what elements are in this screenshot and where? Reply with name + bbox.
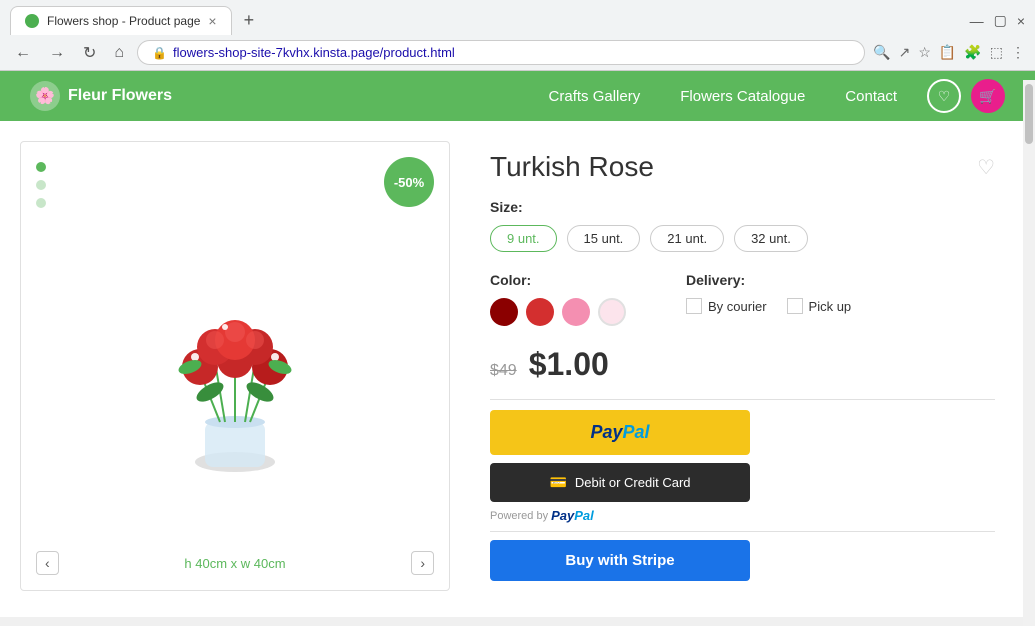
powered-paypal-logo: PayPal — [551, 508, 594, 523]
product-area: -50% — [0, 121, 1035, 611]
tab-close-button[interactable]: × — [208, 13, 216, 29]
address-icons: 🔍 ↗ ☆ 📋 🧩 ⬚ ⋮ — [873, 44, 1025, 61]
tab-title: Flowers shop - Product page — [47, 14, 200, 28]
search-icon[interactable]: 🔍 — [873, 44, 890, 61]
dot-3[interactable] — [36, 198, 46, 208]
dot-1[interactable] — [36, 162, 46, 172]
nav-links: Crafts Gallery Flowers Catalogue Contact — [549, 88, 897, 105]
url-text: flowers-shop-site-7kvhx.kinsta.page/prod… — [173, 45, 850, 60]
wishlist-icon[interactable]: ♡ — [977, 155, 995, 180]
browser-title-bar: Flowers shop - Product page × + — ▢ × — [0, 0, 1035, 35]
divider-2 — [490, 531, 995, 532]
nav-contact[interactable]: Contact — [845, 88, 897, 105]
scrollbar-thumb[interactable] — [1025, 84, 1033, 144]
maximize-button[interactable]: ▢ — [994, 12, 1007, 29]
size-btn-32[interactable]: 32 unt. — [734, 225, 808, 252]
product-info: Turkish Rose ♡ Size: 9 unt. 15 unt. 21 u… — [470, 141, 1015, 591]
browser-address-bar: ← → ↻ ⌂ 🔒 flowers-shop-site-7kvhx.kinsta… — [0, 35, 1035, 70]
color-light-pink[interactable] — [598, 298, 626, 326]
forward-button[interactable]: → — [44, 42, 70, 64]
product-title-row: Turkish Rose ♡ — [490, 151, 995, 183]
nav-icons: ♡ 🛒 — [927, 79, 1005, 113]
current-price: $1.00 — [529, 346, 609, 383]
size-btn-21[interactable]: 21 unt. — [650, 225, 724, 252]
paypal-label: PayPal — [590, 422, 649, 443]
bookmark-icon[interactable]: ☆ — [918, 44, 931, 61]
wishlist-nav-button[interactable]: ♡ — [927, 79, 961, 113]
browser-tab[interactable]: Flowers shop - Product page × — [10, 6, 232, 35]
stripe-button[interactable]: Buy with Stripe — [490, 540, 750, 581]
delivery-section: Delivery: By courier Pick up — [686, 272, 851, 326]
back-button[interactable]: ← — [10, 42, 36, 64]
size-options: 9 unt. 15 unt. 21 unt. 32 unt. — [490, 225, 995, 252]
product-image-panel: -50% — [20, 141, 450, 591]
tab-favicon — [25, 14, 39, 28]
paypal-button[interactable]: PayPal — [490, 410, 750, 455]
window-controls: — ▢ × — [970, 12, 1025, 29]
page-content: 🌸 Fleur Flowers Crafts Gallery Flowers C… — [0, 71, 1035, 617]
image-prev-button[interactable]: ‹ — [36, 551, 59, 575]
logo-text: Fleur Flowers — [68, 87, 172, 105]
card-button[interactable]: 💳 Debit or Credit Card — [490, 463, 750, 502]
close-button[interactable]: × — [1017, 13, 1025, 29]
size-btn-15[interactable]: 15 unt. — [567, 225, 641, 252]
courier-label: By courier — [708, 299, 767, 314]
home-button[interactable]: ⌂ — [109, 42, 129, 64]
color-label: Color: — [490, 272, 626, 288]
powered-text: Powered by — [490, 510, 548, 522]
price-row: $49 $1.00 — [490, 346, 995, 383]
color-pink[interactable] — [562, 298, 590, 326]
size-btn-9[interactable]: 9 unt. — [490, 225, 557, 252]
discount-badge: -50% — [384, 157, 434, 207]
share-icon[interactable]: ↗ — [899, 44, 911, 61]
lock-icon: 🔒 — [152, 46, 167, 60]
site-nav: 🌸 Fleur Flowers Crafts Gallery Flowers C… — [0, 71, 1035, 121]
minimize-button[interactable]: — — [970, 13, 984, 29]
pickup-label: Pick up — [809, 299, 852, 314]
image-next-button[interactable]: › — [411, 551, 434, 575]
scrollbar[interactable] — [1023, 80, 1035, 626]
delivery-options: By courier Pick up — [686, 298, 851, 314]
image-dimensions: h 40cm x w 40cm — [184, 556, 285, 571]
nav-flowers-catalogue[interactable]: Flowers Catalogue — [680, 88, 805, 105]
divider-1 — [490, 399, 995, 400]
dot-2[interactable] — [36, 180, 46, 190]
menu-icon[interactable]: ⋮ — [1011, 44, 1025, 61]
card-label: Debit or Credit Card — [575, 475, 691, 490]
image-dots — [36, 162, 46, 208]
courier-checkbox[interactable] — [686, 298, 702, 314]
color-dark-red[interactable] — [490, 298, 518, 326]
refresh-button[interactable]: ↻ — [78, 41, 101, 65]
image-navigation: ‹ h 40cm x w 40cm › — [36, 551, 434, 575]
powered-by: Powered by PayPal — [490, 508, 995, 523]
delivery-pickup-option[interactable]: Pick up — [787, 298, 852, 314]
delivery-label: Delivery: — [686, 272, 851, 288]
original-price: $49 — [490, 362, 517, 380]
card-icon: 💳 — [549, 474, 566, 491]
logo-icon: 🌸 — [30, 81, 60, 111]
product-image — [31, 152, 439, 532]
color-section: Color: — [490, 272, 626, 326]
color-delivery-row: Color: Delivery: By — [490, 272, 995, 326]
color-swatches — [490, 298, 626, 326]
product-title: Turkish Rose — [490, 151, 654, 183]
pickup-checkbox[interactable] — [787, 298, 803, 314]
address-bar[interactable]: 🔒 flowers-shop-site-7kvhx.kinsta.page/pr… — [137, 40, 865, 65]
extensions-icon[interactable]: 🧩 — [964, 44, 981, 61]
cast-icon[interactable]: ⬚ — [990, 44, 1003, 61]
browser-chrome: Flowers shop - Product page × + — ▢ × ← … — [0, 0, 1035, 71]
nav-crafts-gallery[interactable]: Crafts Gallery — [549, 88, 641, 105]
color-red[interactable] — [526, 298, 554, 326]
cart-nav-button[interactable]: 🛒 — [971, 79, 1005, 113]
new-tab-button[interactable]: + — [236, 6, 263, 35]
save-icon[interactable]: 📋 — [939, 44, 956, 61]
site-logo[interactable]: 🌸 Fleur Flowers — [30, 81, 172, 111]
size-label: Size: — [490, 199, 995, 215]
delivery-courier-option[interactable]: By courier — [686, 298, 767, 314]
